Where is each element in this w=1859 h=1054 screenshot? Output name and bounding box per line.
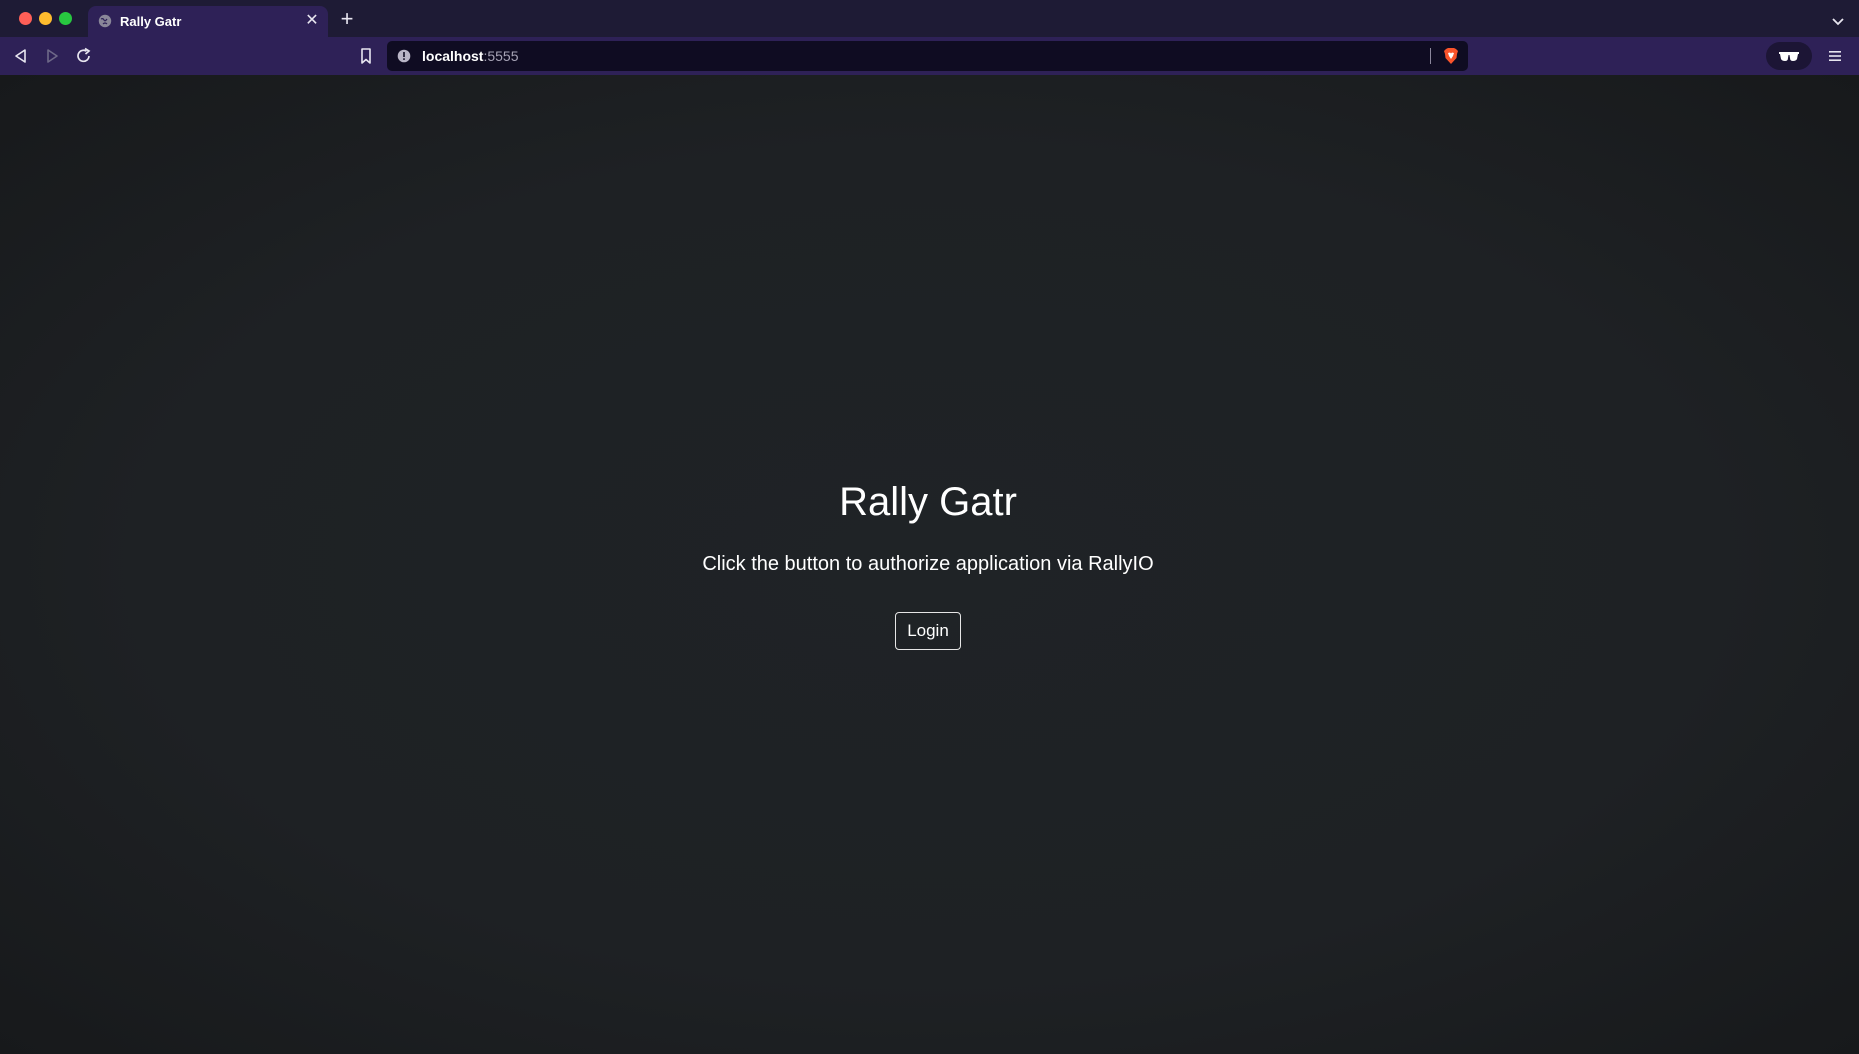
page-content: Rally Gatr Click the button to authorize… [0,75,1859,1054]
page-title: Rally Gatr [839,480,1017,524]
close-tab-icon[interactable]: ✕ [302,11,322,31]
url-text: localhost:5555 [422,48,519,64]
site-info-icon[interactable] [397,49,411,63]
globe-icon [98,14,112,28]
close-window-button[interactable] [19,12,32,25]
brave-shield-icon[interactable] [1443,47,1459,65]
active-tab[interactable]: Rally Gatr ✕ [88,6,328,37]
minimize-window-button[interactable] [39,12,52,25]
chevron-down-icon[interactable] [1831,14,1845,26]
browser-window: Rally Gatr ✕ + localhost:5555 Rally Gatr… [0,0,1859,1054]
reload-icon[interactable] [74,46,94,66]
page-subtitle: Click the button to authorize applicatio… [702,553,1154,575]
forward-arrow-icon[interactable] [42,46,62,66]
login-button[interactable]: Login [895,612,961,650]
new-tab-icon[interactable]: + [336,8,358,31]
tab-strip: Rally Gatr ✕ + [0,0,1859,37]
back-arrow-icon[interactable] [11,46,31,66]
reader-mode-button[interactable] [1766,42,1812,70]
hamburger-menu-icon[interactable] [1826,47,1844,65]
sunglasses-icon [1779,52,1799,61]
bookmark-icon[interactable] [356,46,376,66]
maximize-window-button[interactable] [59,12,72,25]
url-divider [1430,48,1431,64]
tab-title: Rally Gatr [120,14,182,29]
browser-toolbar: localhost:5555 [0,37,1859,75]
address-bar[interactable]: localhost:5555 [387,41,1468,71]
